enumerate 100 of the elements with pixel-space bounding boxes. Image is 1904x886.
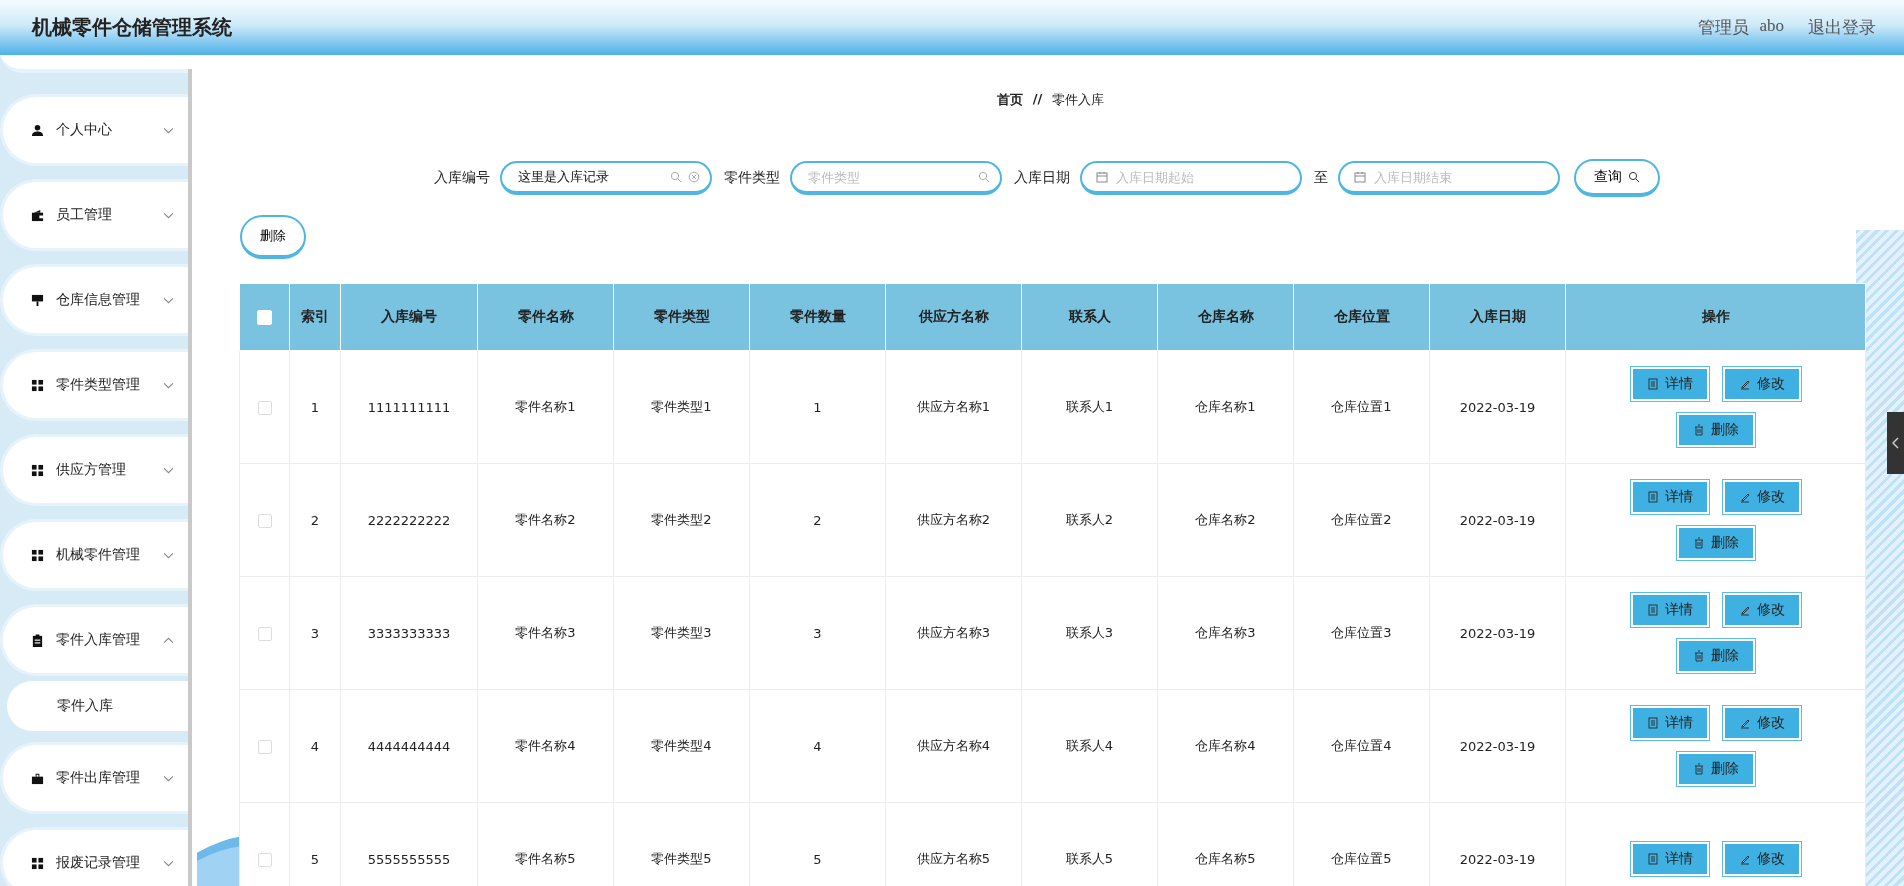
- text-input[interactable]: 零件类型: [805, 168, 972, 186]
- detail-button[interactable]: 详情: [1630, 706, 1709, 740]
- table-cell: 1111111111: [367, 399, 451, 415]
- table-cell: 仓库名称5: [1195, 851, 1256, 866]
- select-all-checkbox[interactable]: [257, 310, 272, 326]
- table-cell: 零件名称1: [515, 399, 576, 414]
- table-cell: 零件类型4: [651, 738, 712, 753]
- table-cell: 仓库位置5: [1331, 851, 1392, 866]
- sidebar-item[interactable]: 机械零件管理: [0, 519, 188, 591]
- table-cell: 联系人2: [1065, 512, 1114, 527]
- trash-icon: [1692, 424, 1705, 436]
- field-label: 入库编号: [433, 169, 490, 187]
- chevron-icon: [163, 466, 174, 474]
- sidebar-item[interactable]: 零件出库管理: [0, 742, 188, 814]
- table-cell: 4: [310, 738, 320, 754]
- column-header: 供应方名称: [885, 283, 1022, 351]
- search-field[interactable]: 零件类型: [789, 161, 1002, 195]
- grid-icon: [31, 856, 44, 870]
- user-name: abo: [1759, 16, 1784, 37]
- grid-icon: [31, 548, 44, 562]
- document-icon: [1646, 853, 1659, 865]
- delete-button[interactable]: 删除: [1676, 639, 1755, 673]
- table-cell: 仓库名称4: [1195, 738, 1256, 753]
- table-cell: 仓库名称2: [1195, 512, 1256, 527]
- edit-button[interactable]: 修改: [1722, 842, 1801, 876]
- row-checkbox[interactable]: [257, 400, 272, 415]
- chevron-left-icon: [1891, 437, 1900, 449]
- table-cell: 零件名称2: [515, 512, 576, 527]
- row-checkbox[interactable]: [257, 626, 272, 641]
- delete-button[interactable]: 删除: [1676, 526, 1755, 560]
- search-field[interactable]: 这里是入库记录: [499, 161, 712, 195]
- delete-button[interactable]: 删除: [1676, 752, 1755, 786]
- edit-button[interactable]: 修改: [1722, 593, 1801, 627]
- chevron-icon: [163, 551, 174, 559]
- edit-button[interactable]: 修改: [1722, 480, 1801, 514]
- row-checkbox[interactable]: [257, 852, 272, 867]
- detail-button[interactable]: 详情: [1630, 480, 1709, 514]
- detail-button[interactable]: 详情: [1630, 367, 1709, 401]
- wave-decoration: [197, 836, 242, 886]
- table-cell: 供应方名称5: [916, 851, 991, 866]
- row-checkbox[interactable]: [257, 739, 272, 754]
- chevron-icon: [163, 296, 174, 304]
- sidebar-item[interactable]: 仓库信息管理: [0, 264, 188, 336]
- submenu-item[interactable]: 零件入库: [7, 681, 188, 731]
- clear-icon[interactable]: [687, 171, 700, 183]
- document-icon: [1646, 604, 1659, 616]
- pencil-icon: [1738, 378, 1751, 390]
- search-field[interactable]: 入库日期起始: [1079, 161, 1302, 195]
- sidebar-item[interactable]: 报废记录管理: [0, 827, 188, 886]
- search-field[interactable]: 入库日期结束: [1337, 161, 1560, 195]
- query-button[interactable]: 查询: [1573, 159, 1660, 197]
- wallet-icon: [31, 208, 44, 222]
- table-cell: 联系人4: [1065, 738, 1114, 753]
- logout-link[interactable]: 退出登录: [1808, 16, 1876, 39]
- trash-icon: [1692, 537, 1705, 549]
- breadcrumb-separator: //: [1032, 91, 1043, 108]
- detail-button[interactable]: 详情: [1630, 593, 1709, 627]
- table-cell: 3: [310, 625, 320, 641]
- table-cell: 仓库名称3: [1195, 625, 1256, 640]
- scrollbar[interactable]: [188, 69, 192, 886]
- table-cell: 3: [813, 625, 822, 641]
- column-header: 索引: [289, 283, 341, 351]
- delete-button[interactable]: 删除: [1676, 413, 1755, 447]
- table-cell: 零件名称5: [515, 851, 576, 866]
- table-cell: 零件名称3: [515, 625, 576, 640]
- delete-button[interactable]: 删除: [240, 215, 306, 259]
- table-cell: 4444444444: [367, 738, 451, 754]
- pencil-icon: [1738, 717, 1751, 729]
- detail-button[interactable]: 详情: [1630, 842, 1709, 876]
- search-icon: [1627, 171, 1640, 183]
- table-cell: 供应方名称1: [916, 399, 991, 414]
- breadcrumb-home[interactable]: 首页: [996, 91, 1023, 109]
- column-header: 零件数量: [749, 283, 886, 351]
- edit-button[interactable]: 修改: [1722, 706, 1801, 740]
- table-cell: 2222222222: [367, 512, 451, 528]
- text-input[interactable]: 入库日期起始: [1113, 168, 1290, 186]
- sidebar-item[interactable]: 供应方管理: [0, 434, 188, 506]
- sidebar-item[interactable]: 个人中心: [0, 94, 188, 166]
- pencil-icon: [1738, 491, 1751, 503]
- table-cell: 仓库位置2: [1331, 512, 1392, 527]
- chevron-icon: [163, 126, 174, 134]
- text-input[interactable]: 这里是入库记录: [515, 168, 664, 186]
- sidebar-item[interactable]: 员工管理: [0, 179, 188, 251]
- drawer-toggle[interactable]: [1887, 412, 1904, 474]
- sidebar-item[interactable]: 零件类型管理: [0, 349, 188, 421]
- table-cell: 零件类型1: [651, 399, 712, 414]
- table-cell: 供应方名称4: [916, 738, 991, 753]
- breadcrumb-current: 零件入库: [1052, 91, 1105, 109]
- edit-button[interactable]: 修改: [1722, 367, 1801, 401]
- text-input[interactable]: 入库日期结束: [1371, 168, 1548, 186]
- row-checkbox[interactable]: [257, 513, 272, 528]
- chevron-icon: [163, 211, 174, 219]
- app-title: 机械零件仓储管理系统: [32, 15, 232, 40]
- clipboard-icon: [31, 633, 44, 647]
- field-label: 入库日期: [1013, 169, 1070, 187]
- sidebar-item[interactable]: 零件入库管理: [0, 604, 188, 676]
- document-icon: [1646, 491, 1659, 503]
- table-cell: 2022-03-19: [1459, 625, 1536, 641]
- briefcase-icon: [31, 771, 44, 785]
- table-cell: 2022-03-19: [1459, 399, 1536, 415]
